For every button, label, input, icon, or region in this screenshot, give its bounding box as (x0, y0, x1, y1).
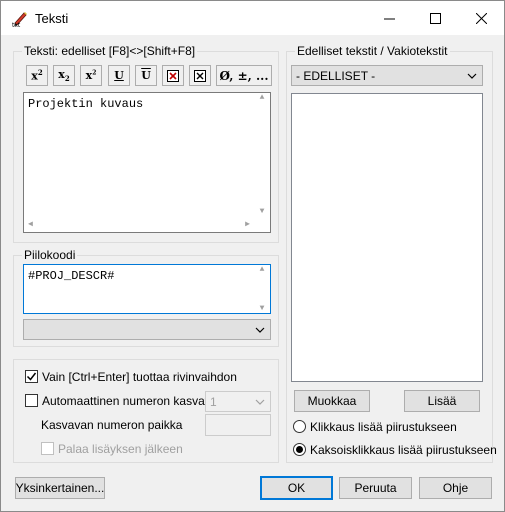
special-chars-button[interactable]: Ø, ±, ... (216, 65, 272, 86)
dblclick-adds-label: Kaksoisklikkaus lisää piirustukseen (310, 443, 497, 457)
edit-button[interactable]: Muokkaa (294, 390, 370, 412)
text-vertical-scrollbar[interactable]: ▲ ▼ (254, 93, 270, 216)
boxed-x-button[interactable] (162, 65, 184, 86)
minimize-button[interactable] (366, 1, 412, 35)
scroll-up-icon: ▲ (259, 265, 265, 274)
ctrl-enter-checkbox[interactable] (25, 370, 38, 383)
return-after-add-label: Palaa lisäyksen jälkeen (58, 442, 183, 456)
hidden-code-scrollbar[interactable]: ▲ ▼ (254, 265, 270, 313)
hidden-code-combo[interactable] (23, 319, 271, 340)
previous-texts-label: Edelliset tekstit / Vakiotekstit (295, 44, 450, 58)
close-button[interactable] (458, 1, 504, 35)
hidden-code-input[interactable]: #PROJ_DESCR# ▲ ▼ (23, 264, 271, 314)
help-button[interactable]: Ohje (419, 477, 492, 499)
close-icon (475, 12, 487, 24)
maximize-button[interactable] (412, 1, 458, 35)
scroll-up-icon: ▲ (259, 93, 265, 102)
radio-selected-dot (296, 446, 303, 453)
super-sub-button[interactable]: x2 (80, 65, 102, 86)
window-title: Teksti (35, 11, 69, 26)
text-horizontal-scrollbar[interactable]: ◀ ▶ (24, 216, 254, 232)
auto-number-combo[interactable]: 1 (205, 391, 271, 412)
previous-texts-combo[interactable]: - EDELLISET - (291, 65, 483, 86)
scroll-left-icon: ◀ (28, 220, 33, 229)
boxed-x-small-button[interactable] (189, 65, 211, 86)
add-button[interactable]: Lisää (404, 390, 480, 412)
title-bar: txt Teksti (1, 1, 504, 35)
overline-button[interactable]: U (135, 65, 157, 86)
previous-texts-combo-value: - EDELLISET - (296, 69, 376, 83)
increment-position-input[interactable] (205, 414, 271, 436)
chevron-down-icon (255, 399, 265, 405)
auto-number-checkbox[interactable] (25, 394, 38, 407)
click-adds-label: Klikkaus lisää piirustukseen (310, 420, 457, 434)
checkmark-icon (26, 372, 37, 381)
superscript-button[interactable]: x2 (26, 65, 48, 86)
dialog-window: txt Teksti Teksti: edelliset [F8]<>[Shif… (0, 0, 505, 512)
maximize-icon (429, 12, 441, 24)
boxed-x-icon (194, 69, 206, 82)
text-group-label: Teksti: edelliset [F8]<>[Shift+F8] (22, 44, 198, 58)
pencil-text-icon: txt (12, 12, 27, 28)
text-input-content: Projektin kuvaus (28, 97, 144, 111)
auto-number-label: Automaattinen numeron kasvatus (42, 394, 221, 408)
auto-number-value: 1 (210, 395, 217, 409)
cancel-button[interactable]: Peruuta (339, 477, 412, 499)
increment-position-label: Kasvavan numeron paikka (41, 418, 183, 432)
hidden-code-content: #PROJ_DESCR# (28, 269, 115, 283)
simple-button[interactable]: Yksinkertainen... (15, 477, 105, 499)
boxed-x-red-icon (167, 69, 179, 82)
underline-button[interactable]: U (108, 65, 130, 86)
chevron-down-icon (467, 73, 477, 79)
text-input[interactable]: Projektin kuvaus ▲ ▼ ◀ ▶ (23, 92, 271, 233)
svg-text:txt: txt (12, 22, 21, 28)
previous-texts-list[interactable] (291, 93, 483, 382)
dblclick-adds-radio[interactable] (293, 443, 306, 456)
scroll-right-icon: ▶ (245, 220, 250, 229)
subscript-button[interactable]: x2 (53, 65, 75, 86)
ok-button[interactable]: OK (260, 476, 333, 500)
minimize-icon (383, 18, 395, 19)
click-adds-radio[interactable] (293, 420, 306, 433)
hidden-code-label: Piilokoodi (22, 248, 78, 262)
ctrl-enter-label: Vain [Ctrl+Enter] tuottaa rivinvaihdon (42, 370, 237, 384)
return-after-add-checkbox[interactable] (41, 442, 54, 455)
scroll-down-icon: ▼ (259, 304, 265, 313)
chevron-down-icon (255, 327, 265, 333)
scroll-down-icon: ▼ (259, 207, 265, 216)
